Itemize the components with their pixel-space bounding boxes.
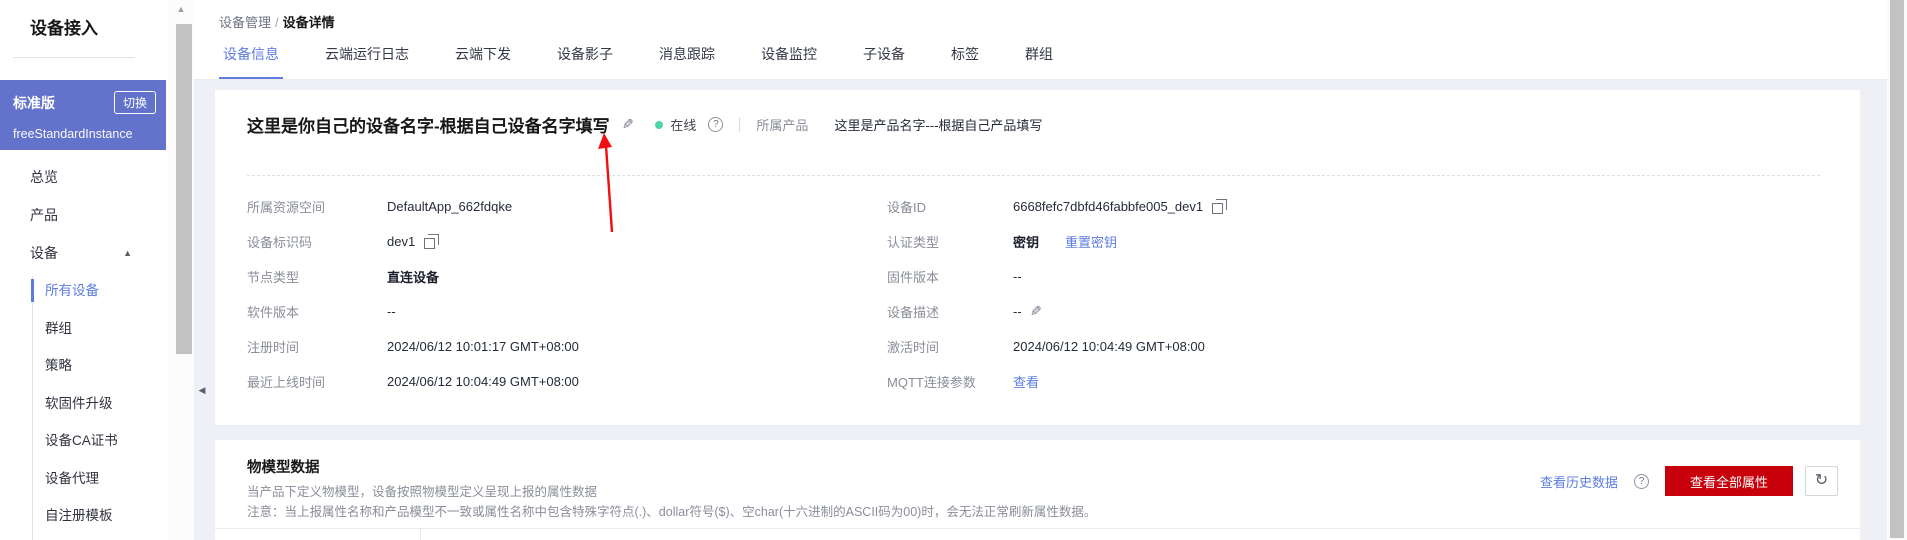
scrollbar-thumb[interactable] <box>176 24 192 354</box>
model-section-note: 注意：当上报属性名称和产品模型不一致或属性名称中包含特殊字符点(.)、dolla… <box>247 505 1097 519</box>
sidebar-item-groups[interactable]: 群组 <box>0 310 168 348</box>
edit-device-name-icon[interactable]: ✎ <box>622 116 634 133</box>
device-fields-grid: 所属资源空间 DefaultApp_662fdqke 设备标识码 dev1 节点… <box>247 189 1830 399</box>
sidebar-item-policies[interactable]: 策略 <box>0 347 168 385</box>
view-all-properties-button[interactable]: 查看全部属性 <box>1665 466 1793 496</box>
tab-cloud-run-logs[interactable]: 云端运行日志 <box>321 44 413 79</box>
sidebar-divider <box>13 57 135 58</box>
app-title: 设备接入 <box>30 19 98 38</box>
copy-icon[interactable] <box>1212 198 1228 214</box>
tab-child-devices[interactable]: 子设备 <box>859 44 909 79</box>
collapse-left-icon: ◀ <box>198 384 206 395</box>
instance-name: freeStandardInstance <box>13 127 133 141</box>
devices-submenu: 所有设备 群组 策略 软固件升级 设备CA证书 设备代理 自注册模板 <box>0 272 168 540</box>
title-divider <box>739 117 741 132</box>
sidebar: 设备接入 标准版 切换 freeStandardInstance 总览 产品 设… <box>0 0 168 540</box>
table-column-divider <box>420 528 421 540</box>
page-scrollbar[interactable] <box>1887 0 1907 540</box>
field-node-id: 设备标识码 dev1 <box>247 224 887 259</box>
breadcrumb-current: 设备详情 <box>282 15 335 30</box>
field-activate-time: 激活时间 2024/06/12 10:04:49 GMT+08:00 <box>887 339 1205 355</box>
tab-bar: 设备信息 云端运行日志 云端下发 设备影子 消息跟踪 设备监控 子设备 标签 群… <box>219 44 1095 79</box>
field-device-id: 设备ID 6668fefc7dbfd46fabbfe005_dev1 <box>887 189 1830 224</box>
sidebar-scrollbar[interactable]: ▲ <box>168 0 194 540</box>
sidebar-item-products[interactable]: 产品 <box>0 196 168 234</box>
sidebar-item-ota-upgrade[interactable]: 软固件升级 <box>0 385 168 423</box>
reset-secret-link[interactable]: 重置密钥 <box>1065 232 1117 251</box>
mqtt-view-link[interactable]: 查看 <box>1013 372 1039 391</box>
switch-instance-button[interactable]: 切换 <box>113 91 156 114</box>
page-header: 设备管理 / 设备详情 设备信息 云端运行日志 云端下发 设备影子 消息跟踪 设备监… <box>194 0 1887 80</box>
field-resource-space: 所属资源空间 DefaultApp_662fdqke <box>247 199 513 215</box>
sidebar-item-devices[interactable]: 设备 ▲ <box>0 234 168 272</box>
model-actions: 查看历史数据 ? 查看全部属性 ↻ <box>1540 466 1838 496</box>
device-status: 在线 <box>670 118 697 133</box>
breadcrumb: 设备管理 / 设备详情 <box>219 12 335 31</box>
field-register-time: 注册时间 2024/06/12 10:01:17 GMT+08:00 <box>247 339 579 355</box>
device-name: 这里是你自己的设备名字-根据自己设备名字填写 <box>247 117 610 136</box>
page: 设备接入 标准版 切换 freeStandardInstance 总览 产品 设… <box>0 0 1907 540</box>
tab-device-info[interactable]: 设备信息 <box>219 44 283 79</box>
refresh-icon: ↻ <box>1814 472 1829 489</box>
sidebar-item-self-register[interactable]: 自注册模板 <box>0 497 168 535</box>
status-help-icon[interactable]: ? <box>708 117 724 132</box>
field-auth-type: 认证类型 密钥 重置密钥 <box>887 224 1830 259</box>
tab-device-shadow[interactable]: 设备影子 <box>553 44 617 79</box>
sidebar-item-all-devices[interactable]: 所有设备 <box>0 272 168 310</box>
breadcrumb-separator: / <box>275 15 279 30</box>
view-history-link[interactable]: 查看历史数据 <box>1540 472 1618 491</box>
sidebar-item-overview[interactable]: 总览 <box>0 158 168 196</box>
scrollbar-thumb[interactable] <box>1890 0 1904 538</box>
field-mqtt-params: MQTT连接参数 查看 <box>887 364 1830 399</box>
product-name: 这里是产品名字---根据自己产品填写 <box>834 118 1043 133</box>
tab-groups[interactable]: 群组 <box>1021 44 1057 79</box>
refresh-button[interactable]: ↻ <box>1805 466 1838 496</box>
main-area: 设备管理 / 设备详情 设备信息 云端运行日志 云端下发 设备影子 消息跟踪 设备监… <box>194 0 1887 540</box>
sidebar-menu: 总览 产品 设备 ▲ 所有设备 群组 策略 软固件升级 设备CA证书 设备代理 自… <box>0 158 168 540</box>
tab-message-trace[interactable]: 消息跟踪 <box>655 44 719 79</box>
copy-icon[interactable] <box>424 233 440 249</box>
field-last-online-time: 最近上线时间 2024/06/12 10:04:49 GMT+08:00 <box>247 374 579 390</box>
table-top-border <box>215 528 1860 529</box>
tab-tags[interactable]: 标签 <box>947 44 983 79</box>
model-section-title: 物模型数据 <box>247 460 320 476</box>
breadcrumb-parent[interactable]: 设备管理 <box>219 15 271 30</box>
model-help-icon[interactable]: ? <box>1634 473 1649 489</box>
chevron-up-icon: ▲ <box>123 248 132 258</box>
sidebar-item-device-ca[interactable]: 设备CA证书 <box>0 422 168 460</box>
edit-description-icon[interactable]: ✎ <box>1030 303 1042 320</box>
field-firmware-version: 固件版本 -- <box>887 269 1022 285</box>
field-software-version: 软件版本 -- <box>247 304 396 320</box>
online-status-dot <box>655 120 664 129</box>
instance-type-label: 标准版 <box>13 94 55 111</box>
sidebar-item-device-proxy[interactable]: 设备代理 <box>0 460 168 498</box>
product-label: 所属产品 <box>756 118 809 133</box>
device-title-row: 这里是你自己的设备名字-根据自己设备名字填写 ✎ 在线 ? 所属产品 这里是产品… <box>247 112 1820 137</box>
scroll-up-icon[interactable]: ▲ <box>168 4 194 14</box>
field-node-type: 节点类型 直连设备 <box>247 270 440 285</box>
instance-card: 标准版 切换 freeStandardInstance <box>0 80 166 150</box>
field-device-description: 设备描述 -- ✎ <box>887 303 1042 320</box>
model-data-card: 物模型数据 当产品下定义物模型，设备按照物模型定义呈现上报的属性数据 注意：当上… <box>215 440 1860 540</box>
tab-device-monitoring[interactable]: 设备监控 <box>757 44 821 79</box>
sidebar-collapse-handle[interactable]: ◀ <box>194 372 210 408</box>
dashed-divider <box>247 175 1820 176</box>
device-info-card: 这里是你自己的设备名字-根据自己设备名字填写 ✎ 在线 ? 所属产品 这里是产品… <box>215 90 1860 425</box>
tab-cloud-delivery[interactable]: 云端下发 <box>451 44 515 79</box>
annotation-arrow <box>598 133 614 233</box>
model-section-subtitle: 当产品下定义物模型，设备按照物模型定义呈现上报的属性数据 <box>247 485 598 499</box>
